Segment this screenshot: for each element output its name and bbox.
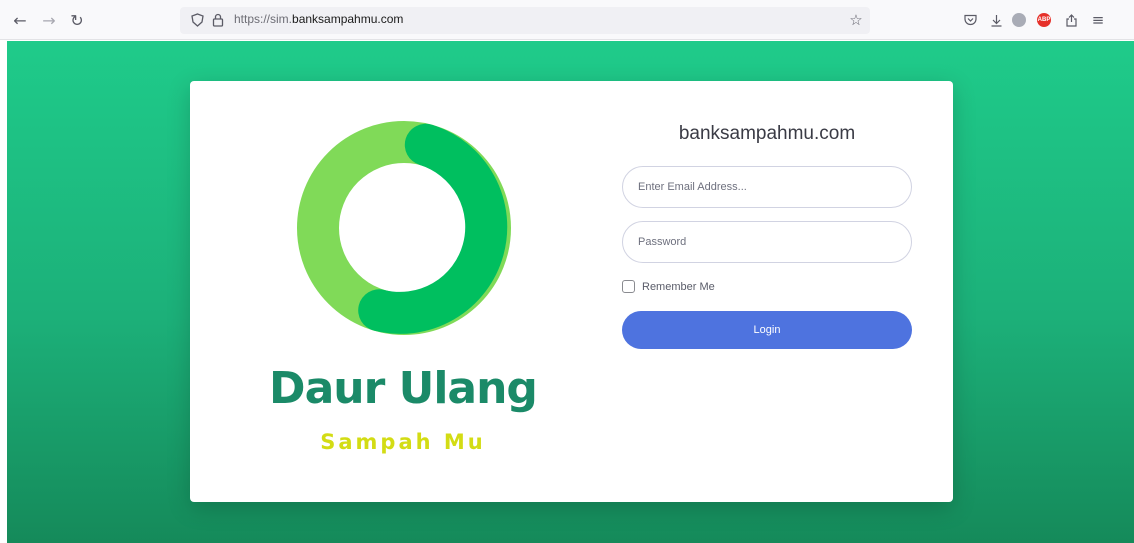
- reload-button[interactable]: ↻: [66, 9, 88, 31]
- bookmark-star-icon[interactable]: ☆: [848, 11, 864, 29]
- url-scheme: https://sim.: [234, 12, 293, 26]
- remember-me-checkbox[interactable]: [622, 280, 635, 293]
- brand-subtitle: Sampah Mu: [320, 430, 486, 454]
- brand-title: Daur Ulang: [269, 363, 538, 414]
- forward-button[interactable]: →: [38, 9, 60, 31]
- address-bar[interactable]: https://sim.banksampahmu.com ☆: [180, 7, 870, 34]
- pocket-icon[interactable]: [961, 11, 979, 29]
- url-text[interactable]: https://sim.banksampahmu.com: [234, 12, 403, 26]
- remember-me[interactable]: Remember Me: [622, 280, 715, 293]
- forward-arrow-icon: →: [42, 10, 56, 30]
- menu-icon[interactable]: ≡: [1089, 11, 1107, 29]
- back-arrow-icon: ←: [13, 10, 27, 30]
- login-card: Daur Ulang Sampah Mu banksampahmu.com Re…: [190, 81, 953, 502]
- email-field[interactable]: [623, 167, 911, 207]
- share-icon[interactable]: [1062, 11, 1080, 29]
- download-icon[interactable]: [987, 11, 1005, 29]
- url-domain: banksampahmu.com: [292, 12, 404, 26]
- password-field-wrapper: [622, 221, 912, 263]
- browser-toolbar: ← → ↻ https://sim.banksampahmu.com ☆ ABP…: [0, 0, 1134, 40]
- email-field-wrapper: [622, 166, 912, 208]
- login-button[interactable]: Login: [622, 311, 912, 349]
- back-button[interactable]: ←: [9, 9, 31, 31]
- lock-icon[interactable]: [210, 12, 226, 28]
- logo-ring-icon: [297, 121, 511, 335]
- password-field[interactable]: [623, 222, 911, 262]
- remember-me-label[interactable]: Remember Me: [642, 281, 715, 293]
- tracking-shield-icon[interactable]: [189, 12, 205, 28]
- page-background: Daur Ulang Sampah Mu banksampahmu.com Re…: [7, 41, 1134, 543]
- extension-icon[interactable]: [1012, 13, 1026, 27]
- login-heading: banksampahmu.com: [678, 123, 856, 144]
- adblock-icon[interactable]: ABP: [1037, 13, 1051, 27]
- reload-icon: ↻: [70, 10, 84, 30]
